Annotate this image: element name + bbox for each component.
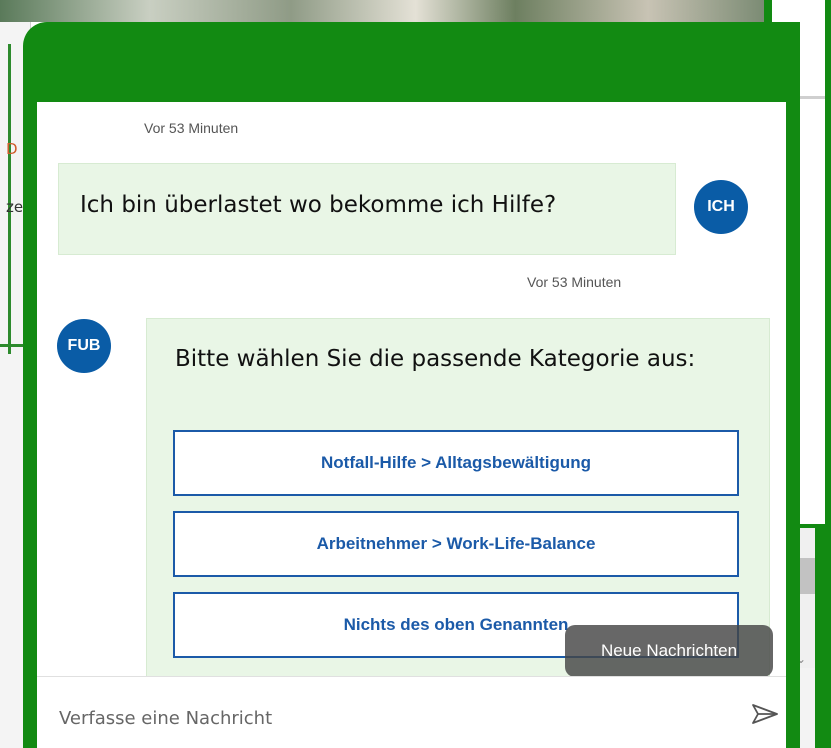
user-avatar: ICH — [694, 180, 748, 234]
user-message-bubble: Ich bin überlastet wo bekomme ich Hilfe? — [58, 163, 676, 255]
bot-message-text: Bitte wählen Sie die passende Kategorie … — [175, 346, 696, 372]
chat-header — [23, 22, 800, 102]
message-timestamp: Vor 53 Minuten — [144, 120, 239, 136]
background-banner-image — [0, 0, 831, 22]
bot-avatar: FUB — [57, 319, 111, 373]
choice-button-arbeitnehmer[interactable]: Arbeitnehmer > Work-Life-Balance — [173, 511, 739, 577]
background-left-text-2: ze — [6, 198, 24, 216]
message-timestamp: Vor 53 Minuten — [527, 274, 622, 290]
message-composer — [37, 676, 786, 748]
background-frame-edge — [825, 0, 831, 528]
bot-message-bubble: Bitte wählen Sie die passende Kategorie … — [146, 318, 770, 676]
chat-transcript: Vor 53 Minuten Ich bin überlastet wo bek… — [37, 102, 786, 676]
choice-button-notfall-hilfe[interactable]: Notfall-Hilfe > Alltagsbewältigung — [173, 430, 739, 496]
send-icon[interactable] — [751, 703, 779, 725]
message-input[interactable] — [57, 703, 701, 733]
chat-widget: Vor 53 Minuten Ich bin überlastet wo bek… — [23, 22, 800, 748]
background-right-rail — [815, 528, 831, 748]
new-messages-button[interactable]: Neue Nachrichten — [565, 625, 773, 676]
user-message-text: Ich bin überlastet wo bekomme ich Hilfe? — [80, 192, 557, 218]
background-left-text-1: D — [6, 140, 18, 158]
